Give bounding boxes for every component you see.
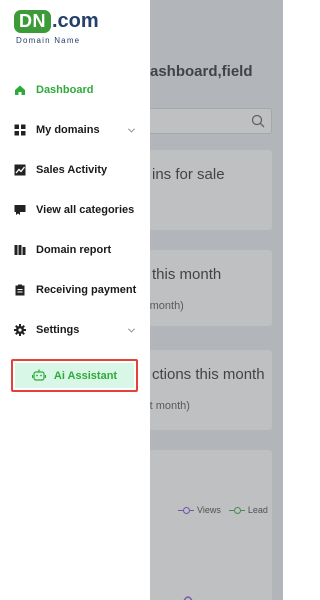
logo-mark: DN .com [14, 10, 99, 33]
ai-assistant-highlight: Ai Assistant [11, 359, 138, 392]
sidebar-item-label: View all categories [36, 204, 135, 216]
logo-domain: .com [52, 10, 99, 32]
sidebar-item-dashboard[interactable]: Dashboard [0, 70, 150, 110]
ai-assistant-label: Ai Assistant [53, 369, 118, 382]
logo[interactable]: DN .com Domain Name [14, 10, 99, 45]
sidebar-item-label: Sales Activity [36, 164, 108, 176]
chevron-down-icon [127, 327, 136, 333]
sidebar-item-my-domains[interactable]: My domains [0, 110, 150, 150]
sidebar-item-receiving-payment[interactable]: Receiving payment [0, 270, 150, 310]
sidebar-item-label: Dashboard [36, 84, 94, 96]
logo-dn: DN [14, 10, 51, 33]
chart-line-icon [14, 164, 26, 176]
sidebar-item-label: Receiving payment [36, 284, 137, 296]
sidebar-item-settings[interactable]: Settings [0, 310, 150, 350]
chevron-down-icon [127, 127, 136, 133]
gear-icon [14, 324, 26, 336]
sidebar-item-label: Domain report [36, 244, 112, 256]
sidebar-item-sales-activity[interactable]: Sales Activity [0, 150, 150, 190]
modal-overlay[interactable] [150, 0, 283, 600]
sidebar-drawer: DN .com Domain Name Dashboard My domains… [0, 0, 150, 600]
report-icon [14, 244, 26, 256]
sidebar-item-label: Settings [36, 324, 80, 336]
sidebar-item-categories[interactable]: View all categories [0, 190, 150, 230]
robot-icon [31, 369, 46, 381]
ai-assistant-button[interactable]: Ai Assistant [15, 363, 134, 388]
home-icon [14, 84, 26, 96]
category-icon [14, 204, 26, 216]
clipboard-icon [14, 284, 26, 296]
sidebar-item-domain-report[interactable]: Domain report [0, 230, 150, 270]
logo-subtitle: Domain Name [16, 36, 81, 45]
sidebar-item-label: My domains [36, 124, 100, 136]
grid-icon [14, 124, 26, 136]
